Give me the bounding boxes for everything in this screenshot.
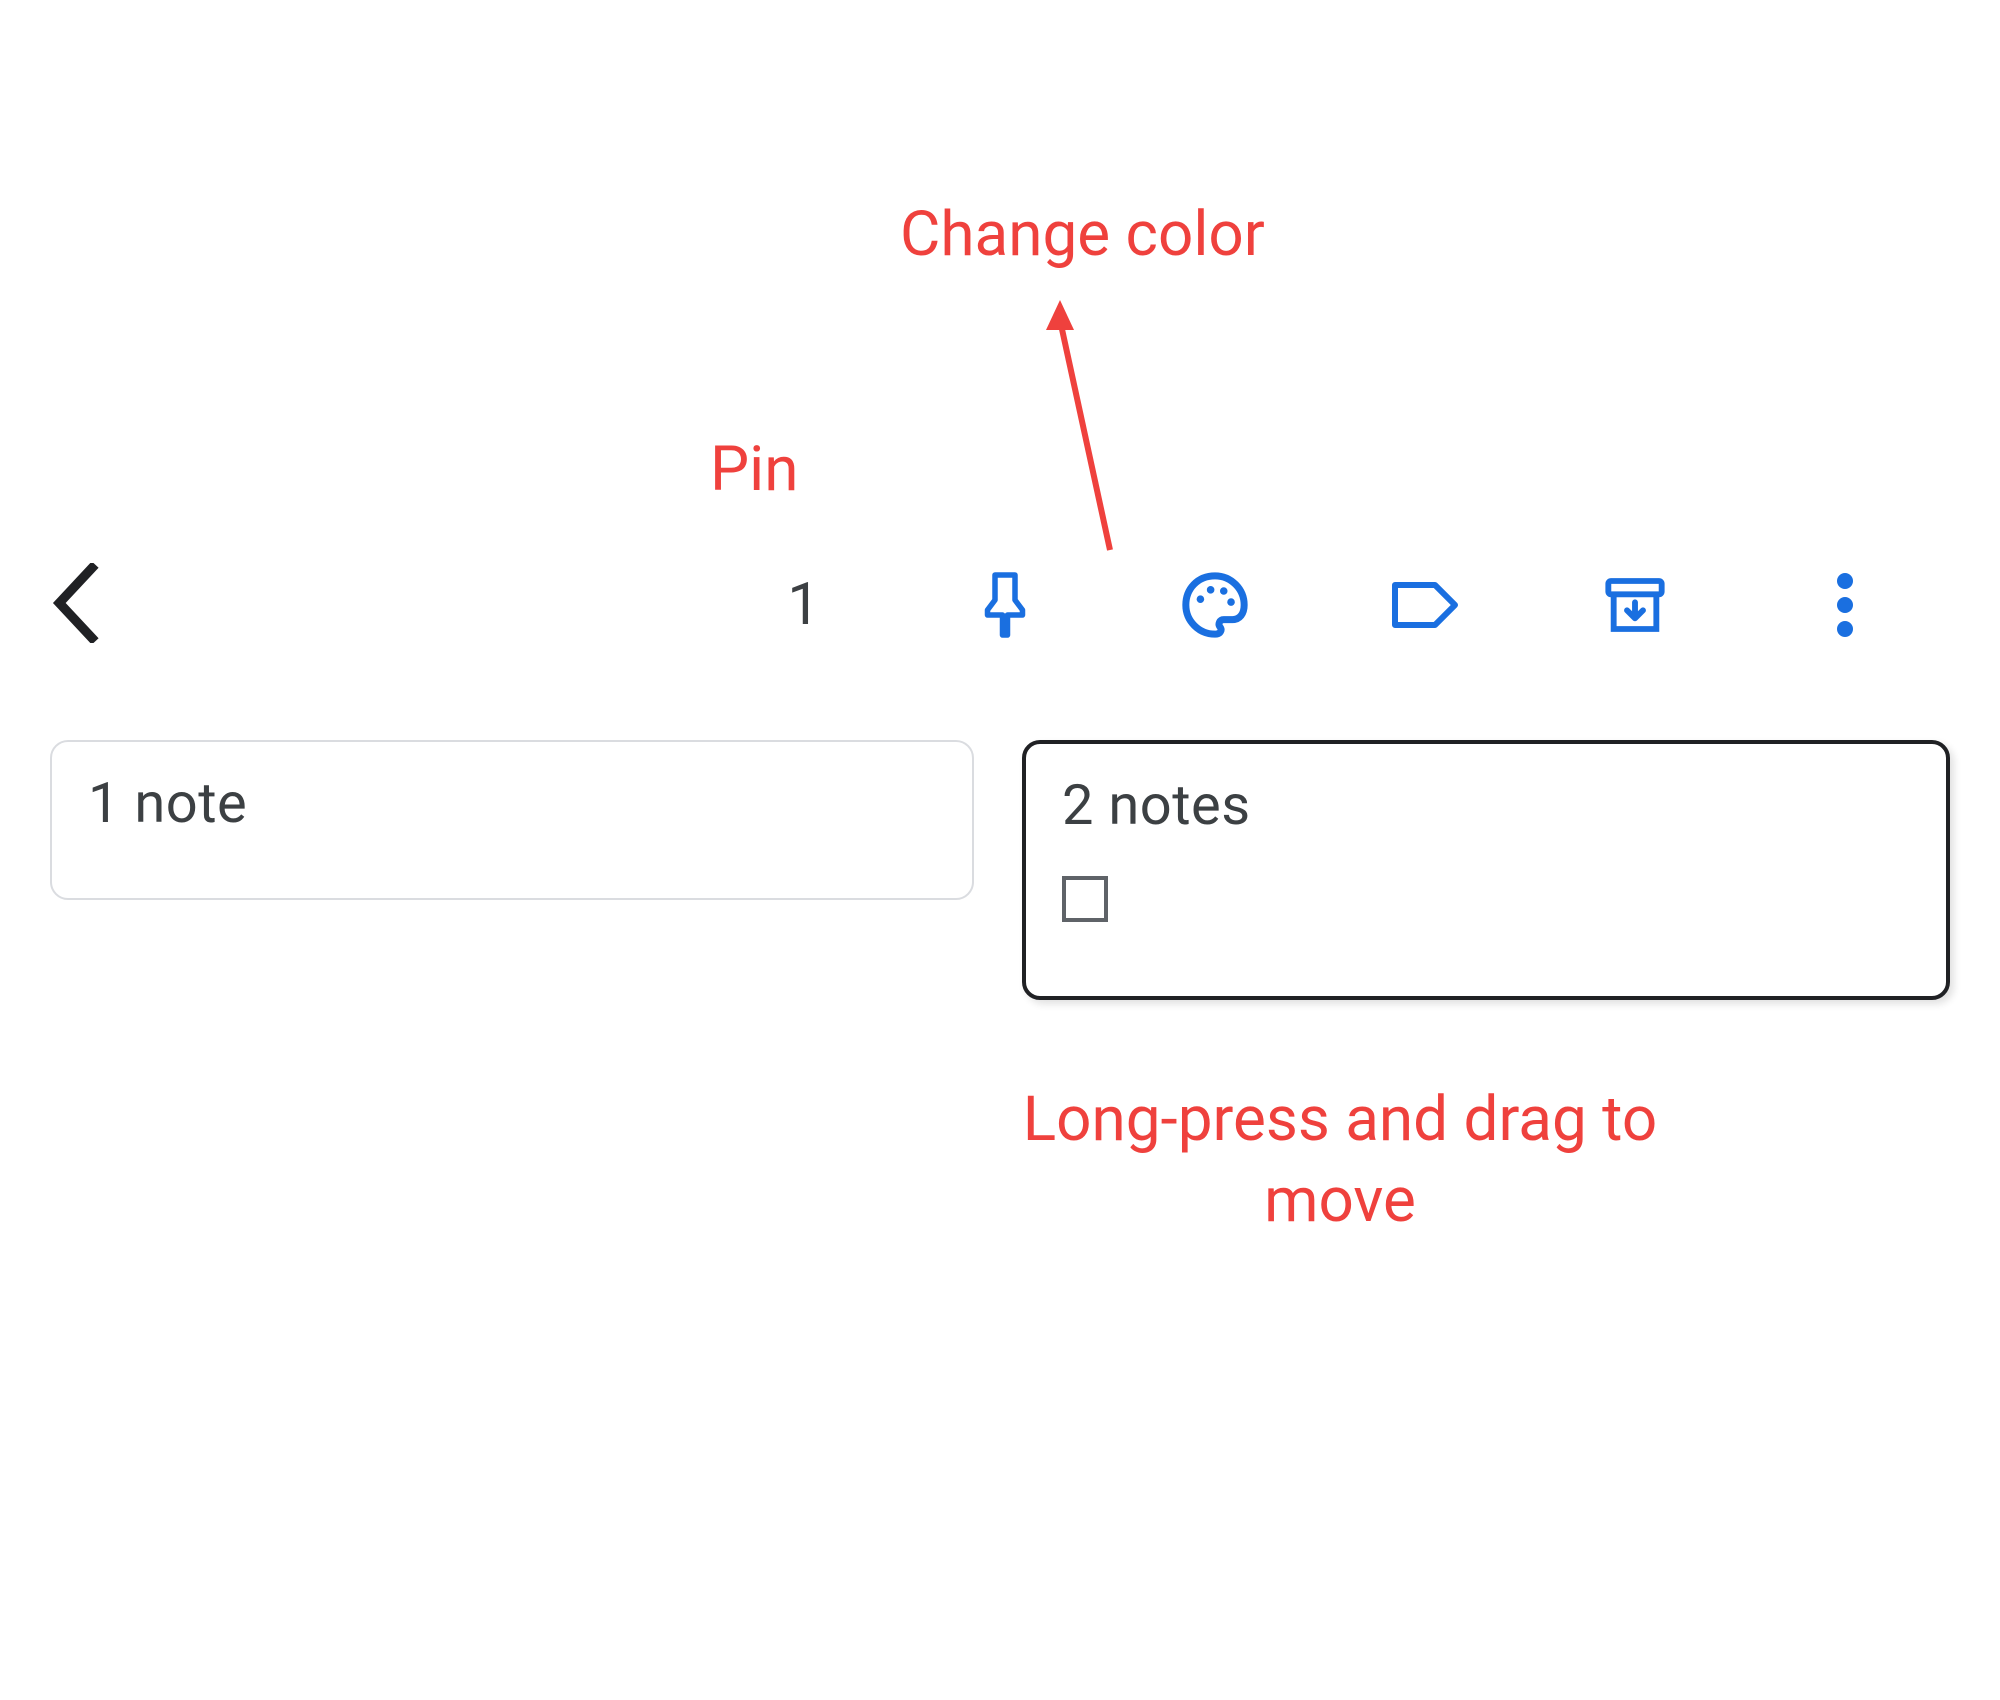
chevron-left-icon <box>50 563 106 643</box>
selection-toolbar: 1 <box>50 550 1950 660</box>
annotation-change-color: Change color <box>900 195 1265 276</box>
archive-button[interactable] <box>1590 560 1680 650</box>
palette-icon <box>1180 570 1250 640</box>
note-card-selected[interactable]: 2 notes <box>1022 740 1950 1000</box>
annotation-drag-hint: Long-press and drag to move <box>960 1080 1720 1241</box>
label-button[interactable] <box>1380 560 1470 650</box>
archive-icon <box>1603 573 1667 637</box>
pin-icon <box>975 570 1035 640</box>
label-icon <box>1390 577 1460 633</box>
change-color-button[interactable] <box>1170 560 1260 650</box>
note-title: 2 notes <box>1062 772 1910 838</box>
more-vert-icon <box>1835 573 1855 637</box>
notes-grid: 1 note 2 notes <box>50 740 1950 1000</box>
more-button[interactable] <box>1800 560 1890 650</box>
selection-count: 1 <box>787 571 820 639</box>
note-card[interactable]: 1 note <box>50 740 974 900</box>
back-button[interactable] <box>50 563 106 647</box>
note-title: 1 note <box>88 770 936 836</box>
annotation-pin: Pin <box>710 430 798 511</box>
pin-button[interactable] <box>960 560 1050 650</box>
annotation-arrow <box>1010 300 1130 560</box>
checkbox-icon <box>1062 876 1108 922</box>
